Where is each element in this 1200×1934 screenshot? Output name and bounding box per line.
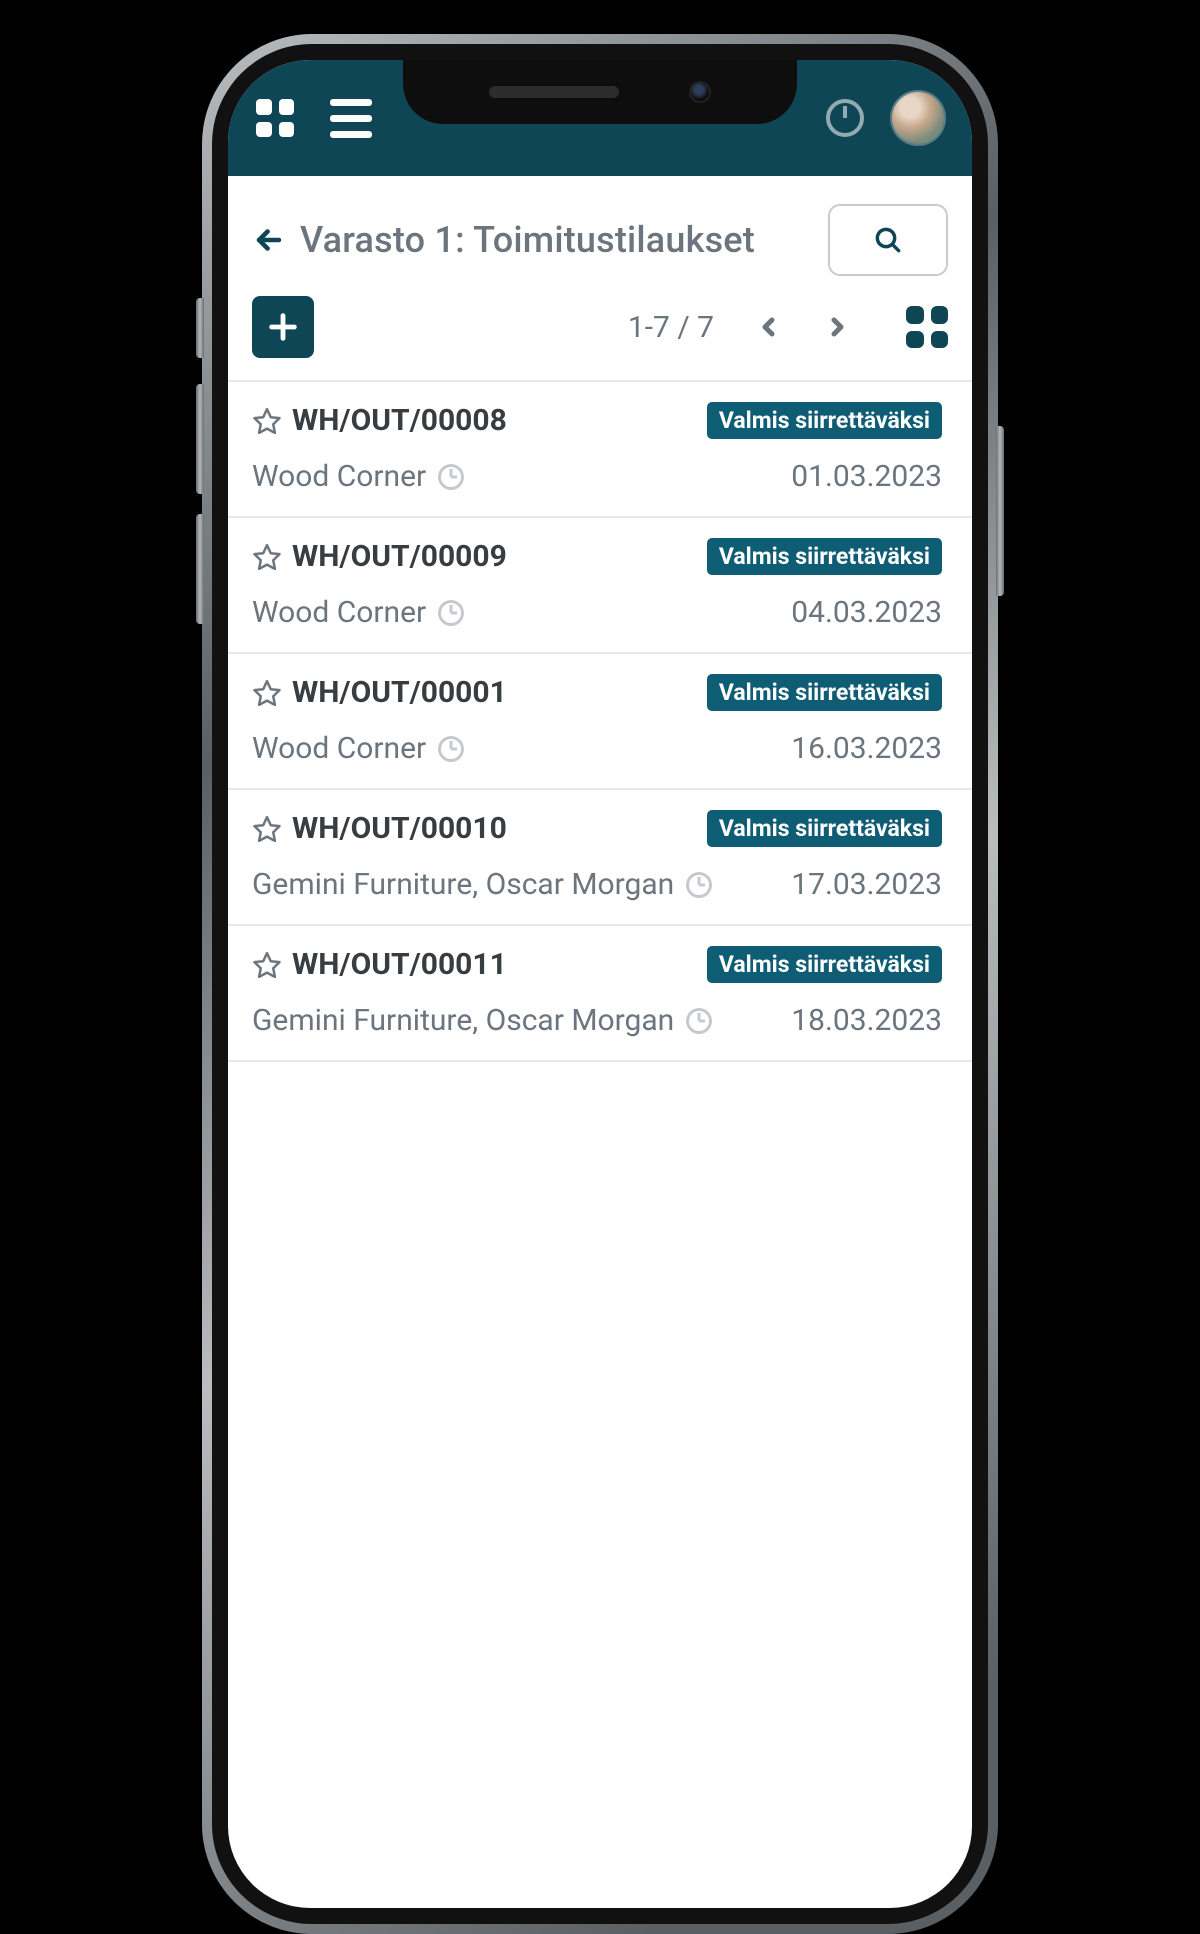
add-button[interactable] <box>252 296 314 358</box>
status-badge: Valmis siirrettäväksi <box>707 538 942 575</box>
list-item[interactable]: WH/OUT/00011 Valmis siirrettäväksi Gemin… <box>228 926 972 1062</box>
search-button[interactable] <box>828 204 948 276</box>
phone-frame: Varasto 1: Toimitustilaukset 1-7 / 7 <box>202 34 998 1934</box>
clock-icon <box>438 464 464 490</box>
prev-page-button[interactable] <box>752 310 786 344</box>
order-date: 17.03.2023 <box>791 867 942 902</box>
partner-name: Gemini Furniture, Oscar Morgan <box>252 1003 674 1038</box>
order-list: WH/OUT/00008 Valmis siirrettäväksi Wood … <box>228 382 972 1062</box>
toolbar: 1-7 / 7 <box>228 290 972 382</box>
star-icon[interactable] <box>252 678 282 708</box>
grid-view-icon[interactable] <box>906 306 948 348</box>
partner-name: Wood Corner <box>252 459 426 494</box>
clock-icon[interactable] <box>826 99 864 137</box>
list-item[interactable]: WH/OUT/00009 Valmis siirrettäväksi Wood … <box>228 518 972 654</box>
order-code: WH/OUT/00010 <box>292 811 507 846</box>
order-code: WH/OUT/00011 <box>292 947 507 982</box>
list-item[interactable]: WH/OUT/00010 Valmis siirrettäväksi Gemin… <box>228 790 972 926</box>
avatar[interactable] <box>892 92 944 144</box>
order-date: 04.03.2023 <box>791 595 942 630</box>
next-page-button[interactable] <box>820 310 854 344</box>
star-icon[interactable] <box>252 814 282 844</box>
order-date: 01.03.2023 <box>791 459 942 494</box>
screen: Varasto 1: Toimitustilaukset 1-7 / 7 <box>228 60 972 1908</box>
star-icon[interactable] <box>252 406 282 436</box>
order-code: WH/OUT/00001 <box>292 675 507 710</box>
clock-icon <box>438 600 464 626</box>
star-icon[interactable] <box>252 950 282 980</box>
phone-side-button <box>196 298 204 358</box>
order-code: WH/OUT/00008 <box>292 403 507 438</box>
phone-notch <box>403 60 797 124</box>
status-badge: Valmis siirrettäväksi <box>707 674 942 711</box>
partner-name: Gemini Furniture, Oscar Morgan <box>252 867 674 902</box>
order-date: 18.03.2023 <box>791 1003 942 1038</box>
star-icon[interactable] <box>252 542 282 572</box>
order-code: WH/OUT/00009 <box>292 539 507 574</box>
partner-name: Wood Corner <box>252 595 426 630</box>
list-item[interactable]: WH/OUT/00008 Valmis siirrettäväksi Wood … <box>228 382 972 518</box>
status-badge: Valmis siirrettäväksi <box>707 402 942 439</box>
apps-icon[interactable] <box>256 99 294 137</box>
phone-side-button <box>196 384 204 494</box>
partner-name: Wood Corner <box>252 731 426 766</box>
clock-icon <box>686 1008 712 1034</box>
order-date: 16.03.2023 <box>791 731 942 766</box>
clock-icon <box>438 736 464 762</box>
phone-side-button <box>196 514 204 624</box>
phone-side-button <box>996 426 1004 596</box>
phone-camera <box>689 81 711 103</box>
phone-speaker <box>489 86 619 98</box>
page-title: Varasto 1: Toimitustilaukset <box>300 219 755 261</box>
menu-icon[interactable] <box>330 99 372 138</box>
status-badge: Valmis siirrettäväksi <box>707 946 942 983</box>
back-icon[interactable] <box>252 223 286 257</box>
list-item[interactable]: WH/OUT/00001 Valmis siirrettäväksi Wood … <box>228 654 972 790</box>
status-badge: Valmis siirrettäväksi <box>707 810 942 847</box>
pager-label: 1-7 / 7 <box>628 310 714 345</box>
clock-icon <box>686 872 712 898</box>
title-row: Varasto 1: Toimitustilaukset <box>228 176 972 290</box>
